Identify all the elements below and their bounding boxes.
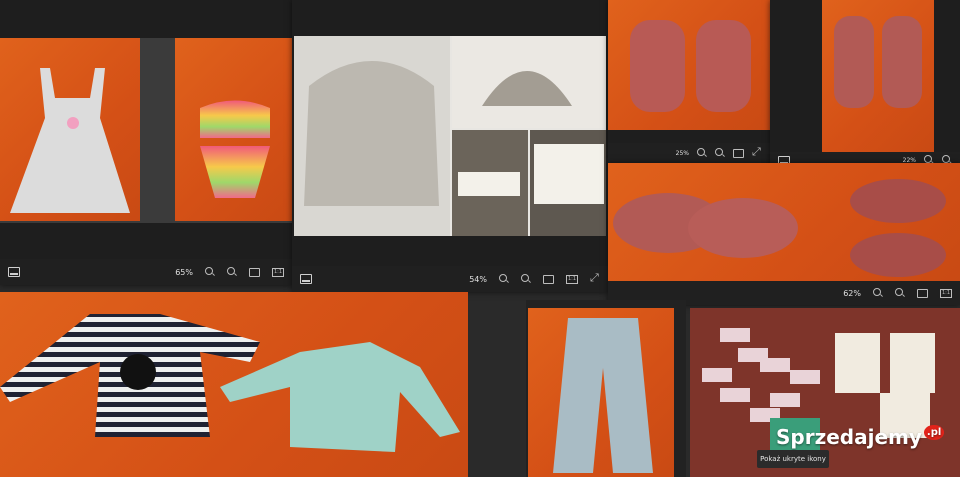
zoom-in-icon[interactable]: [895, 288, 905, 298]
photo-sandals-small: [608, 0, 770, 130]
hat-illustration: [304, 61, 439, 206]
show-hidden-icons-tooltip: Pokaż ukryte ikony: [757, 450, 829, 468]
photo-hat-label1: [452, 130, 528, 236]
viewer-window-sandals-small: 25%: [608, 0, 770, 163]
fullscreen-icon[interactable]: [590, 271, 600, 285]
zoom-level: 65%: [175, 267, 193, 277]
zoom-out-icon[interactable]: [697, 148, 707, 158]
zoom-in-icon[interactable]: [227, 267, 237, 277]
photo-sandals-right: [822, 0, 934, 152]
jeans-illustration: [553, 318, 653, 473]
photo-jeans-frame: [526, 300, 686, 477]
filmstrip-icon[interactable]: [8, 267, 20, 277]
filmstrip-icon[interactable]: [300, 274, 312, 284]
sandals-illustration: [630, 20, 751, 112]
fit-window-icon[interactable]: [733, 148, 744, 158]
watermark-logo: Sprzedajemy .pl: [776, 425, 945, 449]
viewer-toolbar: 25%: [608, 143, 770, 163]
viewer-window-dress: 65% 1:1: [0, 0, 292, 285]
viewer-window-sandals-right: 22%: [770, 0, 960, 168]
zoom-out-icon[interactable]: [205, 267, 215, 277]
sandals-illustration: [834, 16, 922, 108]
zoom-out-icon[interactable]: [499, 274, 509, 284]
actual-size-icon[interactable]: 1:1: [940, 288, 952, 298]
photo-sweaters: [0, 292, 468, 477]
viewer-window-hat: 54% 1:1: [292, 0, 608, 292]
fit-window-icon[interactable]: [249, 267, 260, 277]
fullscreen-icon[interactable]: [752, 145, 762, 159]
actual-size-icon[interactable]: 1:1: [272, 267, 284, 277]
swimsuit-illustration: [200, 100, 270, 198]
photo-hat-label2: [530, 130, 606, 236]
watermark-tld: .pl: [923, 425, 945, 440]
zoom-level: 62%: [843, 288, 861, 298]
sandals-illustration: [613, 179, 946, 277]
viewer-toolbar: 65% 1:1: [0, 259, 292, 285]
zoom-in-icon[interactable]: [521, 274, 531, 284]
zoom-out-icon[interactable]: [873, 288, 883, 298]
zoom-level: 25%: [675, 149, 689, 157]
actual-size-icon[interactable]: 1:1: [566, 274, 578, 284]
watermark-brand: Sprzedajemy: [776, 425, 922, 449]
dress-illustration: [10, 68, 130, 213]
viewer-toolbar: 54% 1:1: [292, 266, 608, 292]
photo-sandals-bottom: [608, 163, 960, 281]
photo-dress: [0, 38, 140, 221]
sweaters-illustration: [0, 314, 460, 452]
fit-window-icon[interactable]: [917, 288, 928, 298]
zoom-level: 54%: [469, 274, 487, 284]
photo-hat-side: [452, 36, 606, 128]
photo-hat-main: [294, 36, 450, 236]
fit-window-icon[interactable]: [543, 274, 554, 284]
viewer-window-sandals-bottom: 62% 1:1: [608, 163, 960, 305]
photo-jeans: [528, 308, 674, 477]
photo-swimsuit: [175, 38, 292, 221]
photo-hat-collage: [294, 36, 606, 236]
zoom-in-icon[interactable]: [715, 148, 725, 158]
